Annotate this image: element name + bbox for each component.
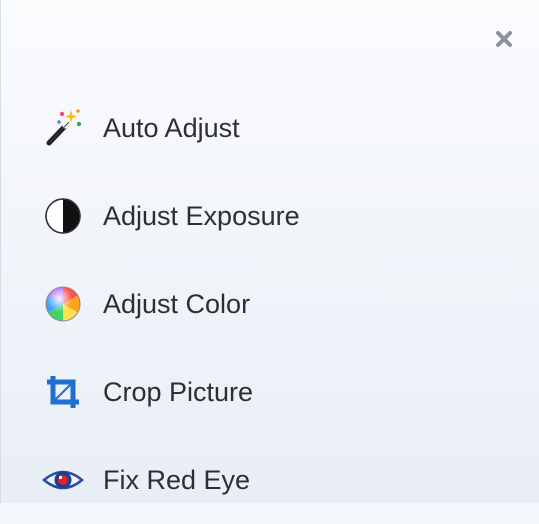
red-eye-icon xyxy=(41,458,85,502)
magic-wand-icon xyxy=(41,106,85,150)
auto-adjust-label: Auto Adjust xyxy=(103,112,240,143)
auto-adjust-item[interactable]: Auto Adjust xyxy=(41,84,511,172)
color-wheel-icon xyxy=(41,282,85,326)
fix-red-eye-label: Fix Red Eye xyxy=(103,464,251,495)
adjust-exposure-label: Adjust Exposure xyxy=(103,200,300,231)
adjust-color-item[interactable]: Adjust Color xyxy=(41,260,511,348)
fix-red-eye-item[interactable]: Fix Red Eye xyxy=(41,436,511,524)
edit-menu: Auto Adjust Adjust Exposure Adjust Color… xyxy=(41,84,511,524)
contrast-icon xyxy=(41,194,85,238)
crop-picture-label: Crop Picture xyxy=(103,376,254,407)
edit-panel: Auto Adjust Adjust Exposure Adjust Color… xyxy=(0,0,539,503)
close-button[interactable] xyxy=(491,26,517,52)
close-icon xyxy=(496,31,512,47)
crop-icon xyxy=(41,370,85,414)
adjust-exposure-item[interactable]: Adjust Exposure xyxy=(41,172,511,260)
crop-picture-item[interactable]: Crop Picture xyxy=(41,348,511,436)
adjust-color-label: Adjust Color xyxy=(103,288,251,319)
